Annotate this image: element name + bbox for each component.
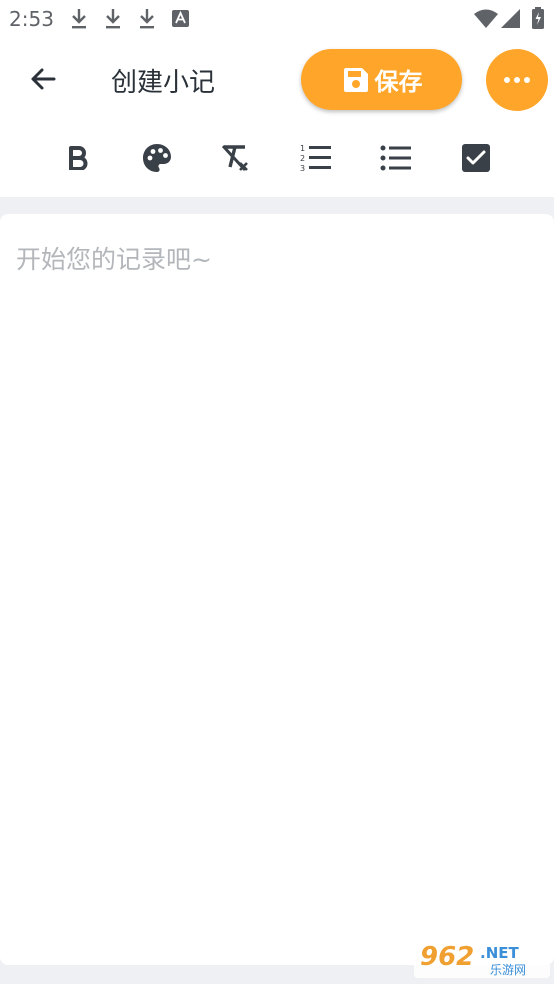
format-toolbar: 1 2 3: [0, 120, 554, 197]
svg-text:.NET: .NET: [480, 944, 519, 962]
editor-placeholder: 开始您的记录吧~: [16, 245, 212, 274]
save-label: 保存: [374, 68, 423, 96]
checkbox-icon: [462, 144, 490, 172]
bulleted-list-icon: [380, 145, 411, 171]
floppy-disk-icon: [343, 67, 368, 92]
clear-format-icon: [221, 144, 248, 172]
clear-format-button[interactable]: [218, 141, 252, 175]
watermark-logo: 962 .NET 乐游网: [414, 938, 550, 978]
status-time: 2:53: [9, 7, 54, 31]
numbered-list-icon: 1 2 3: [300, 144, 331, 172]
download-icon: [70, 8, 88, 34]
checklist-button[interactable]: [459, 141, 493, 175]
more-horizontal-icon: [504, 77, 530, 83]
bulleted-list-button[interactable]: [379, 141, 413, 175]
note-editor[interactable]: 开始您的记录吧~: [0, 214, 554, 965]
status-bar: 2:53: [0, 0, 554, 40]
bold-icon: [69, 146, 88, 170]
wifi-icon: [474, 9, 498, 33]
download-icon: [138, 8, 156, 34]
download-icon: [104, 8, 122, 34]
svg-text:1: 1: [300, 144, 305, 153]
signal-icon: [501, 9, 520, 32]
svg-text:2: 2: [300, 154, 305, 163]
arrow-back-icon: [31, 68, 56, 90]
battery-charging-icon: [532, 7, 544, 33]
more-options-button[interactable]: [486, 49, 548, 111]
text-color-button[interactable]: [140, 141, 174, 175]
numbered-list-button[interactable]: 1 2 3: [299, 141, 333, 175]
bold-button[interactable]: [61, 141, 95, 175]
back-button[interactable]: [26, 62, 60, 96]
svg-text:3: 3: [300, 164, 305, 172]
app-header: 创建小记 保存: [0, 40, 554, 120]
a-icon: [172, 10, 189, 31]
svg-text:962: 962: [420, 942, 474, 972]
page-title: 创建小记: [111, 68, 216, 98]
svg-text:乐游网: 乐游网: [490, 963, 526, 977]
palette-icon: [143, 144, 171, 172]
save-button[interactable]: 保存: [301, 49, 462, 110]
